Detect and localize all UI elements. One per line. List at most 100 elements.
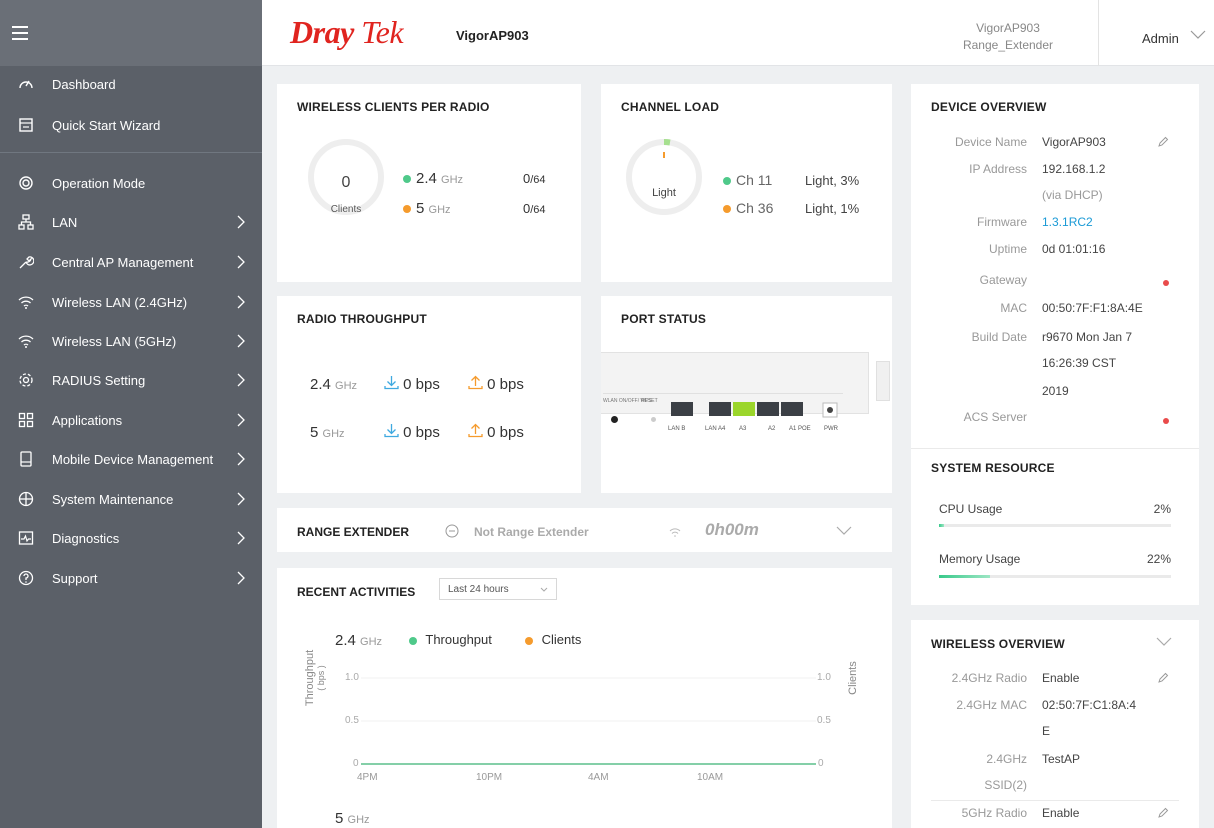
chevron-right-icon [237, 295, 245, 309]
sidebar-item-label: System Maintenance [52, 491, 174, 507]
chevron-right-icon [237, 531, 245, 545]
model-name: VigorAP903 [456, 28, 529, 43]
cpu-usage-bar [939, 524, 1171, 527]
mac-24-value-wrap: E [1042, 724, 1051, 738]
sidebar-item-mobile-device-management[interactable]: Mobile Device Management [0, 446, 262, 472]
sidebar-item-label: RADIUS Setting [52, 372, 146, 388]
sidebar-item-dashboard[interactable]: Dashboard [0, 71, 262, 97]
wireless-clients-card: WIRELESS CLIENTS PER RADIO 0 Clients 2.4… [277, 84, 581, 282]
sidebar-item-label: Operation Mode [52, 175, 146, 191]
wifi-icon [16, 292, 36, 312]
top-header: Dray Tek VigorAP903 VigorAP903 Range_Ext… [262, 0, 1214, 66]
clients-count: 0 [341, 174, 351, 191]
chevron-down-icon [540, 587, 548, 592]
orange-dot-icon [403, 205, 411, 214]
recent-activities-card: RECENT ACTIVITIES Last 24 hours 2.4 GHz … [277, 568, 892, 828]
chevron-right-icon [237, 452, 245, 466]
chevron-right-icon [237, 255, 245, 269]
period-select[interactable]: Last 24 hours [439, 578, 557, 600]
device-name-value: VigorAP903 [1042, 135, 1106, 149]
applications-icon [16, 410, 36, 430]
mobile-icon [16, 449, 36, 469]
y-axis-left-label: Throughput( bps ) [304, 649, 326, 707]
sidebar-item-wireless-lan-5[interactable]: Wireless LAN (5GHz) [0, 328, 262, 354]
memory-usage-bar [939, 575, 1171, 578]
menu-icon[interactable] [12, 26, 28, 40]
upload-icon [468, 375, 483, 390]
edit-icon[interactable] [1157, 672, 1169, 684]
channel-load-card: CHANNEL LOAD Light Ch 11 Light, 3% Ch 36… [601, 84, 892, 282]
channel-36: Ch 36 [723, 200, 773, 216]
band-24-clients: 0/64 [523, 171, 546, 186]
build-date-line-2: 16:26:39 CST [1042, 356, 1117, 370]
user-menu[interactable]: Admin [1142, 31, 1179, 46]
wifi-icon [669, 528, 681, 537]
download-icon [384, 424, 399, 438]
radio-throughput-card: RADIO THROUGHPUT 2.4 GHz 0 bps 0 bps 5 G… [277, 296, 581, 493]
upload-icon [468, 423, 483, 438]
device-info: VigorAP903 Range_Extender [962, 21, 1054, 52]
sidebar-item-label: Diagnostics [52, 530, 120, 546]
firmware-link[interactable]: 1.3.1RC2 [1042, 215, 1093, 229]
help-icon [16, 568, 36, 588]
chevron-right-icon [237, 215, 245, 229]
radio-5-status: Enable [1042, 806, 1080, 820]
legend-throughput: Throughput [409, 632, 492, 647]
device-overview-card: DEVICE OVERVIEW Device Name VigorAP903 I… [911, 84, 1199, 605]
sidebar-item-quick-start-wizard[interactable]: Quick Start Wizard [0, 112, 262, 138]
range-extender-card[interactable]: RANGE EXTENDER Not Range Extender 0h00m [277, 508, 892, 552]
clients-label: Clients [330, 204, 362, 215]
section-divider [931, 800, 1179, 801]
sidebar-item-lan[interactable]: LAN [0, 209, 262, 235]
throughput-5-down: 0 bps [384, 423, 440, 441]
channel-11-load: Light, 3% [805, 173, 860, 188]
mac-24-value: 02:50:7F:C1:8A:4 [1042, 698, 1137, 712]
sidebar-item-label: Wireless LAN (5GHz) [52, 333, 177, 349]
sidebar-item-support[interactable]: Support [0, 565, 262, 591]
chart-band-5-label: 5 GHz [335, 810, 370, 827]
sidebar-item-central-ap-management[interactable]: Central AP Management [0, 249, 262, 275]
wizard-icon [16, 115, 36, 135]
chevron-right-icon [237, 373, 245, 387]
sidebar-item-label: Support [52, 570, 98, 586]
draytek-logo: Dray Tek [290, 14, 404, 50]
y-axis-right-label: Clients [847, 661, 859, 695]
activity-chart [361, 677, 816, 765]
minus-circle-icon [445, 524, 459, 538]
channel-11: Ch 11 [723, 172, 772, 188]
sidebar-item-diagnostics[interactable]: Diagnostics [0, 525, 262, 551]
chevron-down-icon[interactable] [836, 524, 852, 536]
wps-button [611, 416, 618, 423]
sidebar-item-operation-mode[interactable]: Operation Mode [0, 170, 262, 196]
adjacent-panel [876, 361, 890, 401]
sidebar-item-applications[interactable]: Applications [0, 407, 262, 433]
sidebar-item-wireless-lan-24[interactable]: Wireless LAN (2.4GHz) [0, 289, 262, 315]
sidebar-item-system-maintenance[interactable]: System Maintenance [0, 486, 262, 512]
memory-usage-value: 22% [1146, 552, 1171, 566]
edit-icon[interactable] [1157, 136, 1169, 148]
chevron-down-icon[interactable] [1190, 28, 1206, 40]
build-date-line-1: r9670 Mon Jan 7 [1042, 330, 1133, 344]
gear-icon [16, 370, 36, 390]
download-icon [384, 376, 399, 390]
band-5-label: 5 GHz [403, 200, 451, 217]
lan-icon [16, 212, 36, 232]
sidebar-item-label: Wireless LAN (2.4GHz) [52, 294, 188, 310]
green-dot-icon [723, 177, 731, 186]
channel-load-donut [626, 138, 702, 215]
legend-clients: Clients [525, 632, 581, 647]
acs-status-dot [1163, 418, 1169, 424]
ip-address-value: 192.168.1.2 [1042, 162, 1106, 176]
wifi-icon [16, 331, 36, 351]
chevron-down-icon[interactable] [1156, 635, 1172, 647]
cpu-usage-value: 2% [1153, 502, 1171, 516]
channel-load-center: Light [652, 187, 676, 199]
sidebar-item-label: LAN [52, 214, 78, 230]
sidebar-item-radius-setting[interactable]: RADIUS Setting [0, 367, 262, 393]
radio-24-status: Enable [1042, 671, 1080, 685]
orange-dot-icon [525, 636, 533, 645]
operation-mode-icon [16, 173, 36, 193]
sidebar-item-label: Quick Start Wizard [52, 117, 161, 133]
edit-icon[interactable] [1157, 807, 1169, 819]
wireless-overview-card: WIRELESS OVERVIEW 2.4GHz Radio Enable 2.… [911, 620, 1199, 828]
